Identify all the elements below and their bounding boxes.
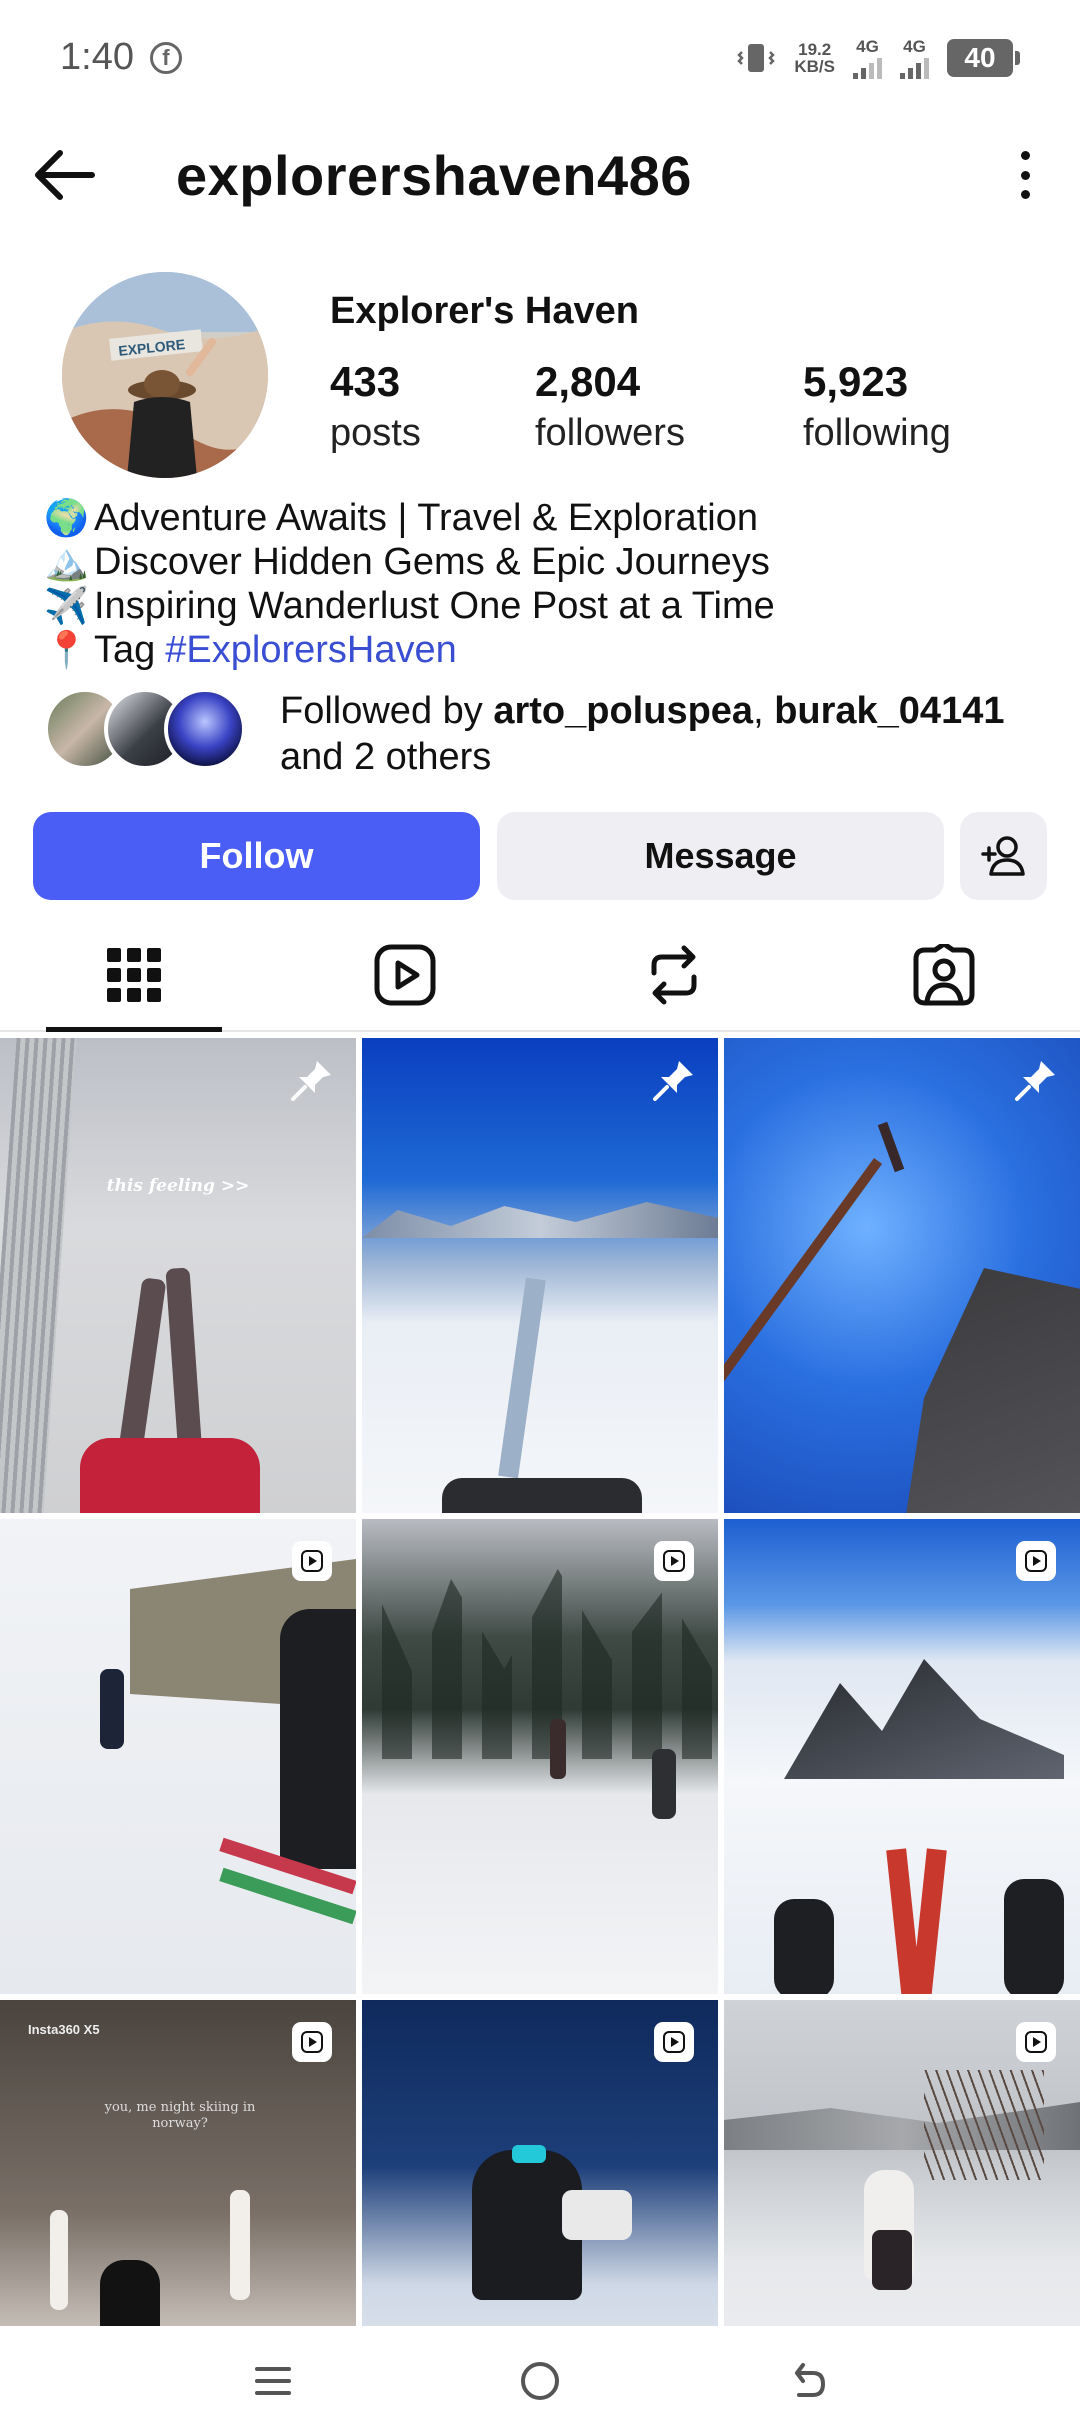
reel-badge <box>1012 1537 1060 1585</box>
tab-posts[interactable] <box>46 918 222 1032</box>
mutual-followers[interactable]: Followed by arto_poluspea, burak_04141 a… <box>44 688 1004 778</box>
following-stat[interactable]: 5,923 following <box>803 358 951 455</box>
status-bar: 1:40 f 19.2 KB/S 4G 4G 40 <box>0 0 1080 115</box>
posts-label: posts <box>330 412 421 454</box>
home-circle-icon <box>520 2362 559 2400</box>
mutual-user-link[interactable]: burak_04141 <box>774 690 1004 732</box>
mutual-user-link[interactable]: arto_poluspea <box>493 690 753 732</box>
bio-line: 🌍 Adventure Awaits | Travel & Exploratio… <box>44 497 758 539</box>
bio-line: 🏔️ Discover Hidden Gems & Epic Journeys <box>44 541 770 583</box>
signal-sim2-icon: 4G <box>900 37 929 79</box>
tab-reels[interactable] <box>317 918 493 1032</box>
post-caption: this feeling >> <box>106 1176 250 1196</box>
message-button[interactable]: Message <box>497 812 944 900</box>
more-options-button[interactable] <box>1010 143 1040 207</box>
bio-line: ✈️ Inspiring Wanderlust One Post at a Ti… <box>44 585 775 627</box>
profile-username: explorershaven486 <box>176 144 692 207</box>
followers-stat[interactable]: 2,804 followers <box>535 358 685 455</box>
reel-badge <box>288 2018 336 2066</box>
post-brand-text: Insta360 X5 <box>28 2022 100 2037</box>
reposts-icon <box>651 945 697 1005</box>
suggest-users-button[interactable] <box>960 812 1047 900</box>
grid-icon <box>107 948 161 1002</box>
post-caption: you, me night skiing in norway? <box>104 2100 256 2131</box>
pinned-icon <box>650 1056 698 1104</box>
signal-sim1-icon: 4G <box>853 37 882 79</box>
post-tile[interactable] <box>724 1519 1080 1994</box>
globe-icon: 🌍 <box>44 497 89 538</box>
mountain-icon: 🏔️ <box>44 541 89 582</box>
play-icon <box>654 2022 694 2062</box>
airplane-icon: ✈️ <box>44 585 89 626</box>
facebook-notification-icon: f <box>149 41 182 74</box>
content-tabs <box>0 918 1080 1032</box>
follow-button[interactable]: Follow <box>33 812 480 900</box>
back-button[interactable] <box>30 145 100 205</box>
post-tile[interactable]: this feeling >> <box>0 1038 356 1513</box>
followers-label: followers <box>535 412 685 454</box>
post-tile[interactable] <box>362 1519 718 1994</box>
play-icon <box>1016 1541 1056 1581</box>
post-tile[interactable] <box>362 1038 718 1513</box>
reel-badge <box>650 1537 698 1585</box>
profile-display-name: Explorer's Haven <box>330 290 639 332</box>
active-tab-indicator <box>46 1027 222 1032</box>
followers-count: 2,804 <box>535 358 641 405</box>
vibrate-icon <box>737 43 776 72</box>
following-count: 5,923 <box>803 358 909 405</box>
back-nav-button[interactable] <box>767 2351 847 2411</box>
profile-actions: Follow Message <box>33 812 1047 900</box>
posts-grid: this feeling >> Insta360 X5 you, me nigh… <box>0 1038 1080 2436</box>
play-icon <box>654 1541 694 1581</box>
menu-icon <box>255 2367 292 2395</box>
network-speed: 19.2 KB/S <box>794 39 835 76</box>
play-icon <box>292 1541 332 1581</box>
system-nav-bar <box>0 2326 1080 2436</box>
status-time: 1:40 <box>60 36 134 78</box>
recents-button[interactable] <box>233 2351 313 2411</box>
battery-icon: 40 <box>947 38 1020 77</box>
back-arrow-icon <box>35 150 95 200</box>
tab-reposts[interactable] <box>586 918 762 1032</box>
reel-badge <box>288 1537 336 1585</box>
hashtag-link[interactable]: #ExplorersHaven <box>165 628 456 672</box>
tagged-icon <box>913 944 975 1006</box>
bio-line: 📍 Tag #ExplorersHaven <box>44 628 457 672</box>
pin-icon: 📍 <box>44 629 89 670</box>
reel-badge <box>650 2018 698 2066</box>
profile-avatar[interactable]: EXPLORE <box>62 272 268 478</box>
tab-tagged[interactable] <box>856 918 1032 1032</box>
home-button[interactable] <box>500 2351 580 2411</box>
play-icon <box>1016 2022 1056 2062</box>
followed-by-text: Followed by arto_poluspea, burak_04141 a… <box>280 690 1005 778</box>
profile-bio: 🌍 Adventure Awaits | Travel & Exploratio… <box>44 496 1044 672</box>
following-label: following <box>803 412 951 454</box>
post-tile[interactable] <box>0 1519 356 1994</box>
profile-header: explorershaven486 <box>0 125 1080 225</box>
mutual-follower-avatar <box>164 688 246 770</box>
pinned-icon <box>288 1056 336 1104</box>
reel-badge <box>1012 2018 1060 2066</box>
back-nav-icon <box>794 2363 825 2397</box>
play-icon <box>292 2022 332 2062</box>
posts-stat[interactable]: 433 posts <box>330 358 421 455</box>
posts-count: 433 <box>330 358 401 405</box>
pinned-icon <box>1012 1056 1060 1104</box>
post-tile[interactable] <box>724 1038 1080 1513</box>
reels-icon <box>374 944 436 1006</box>
add-user-icon <box>980 836 1025 876</box>
